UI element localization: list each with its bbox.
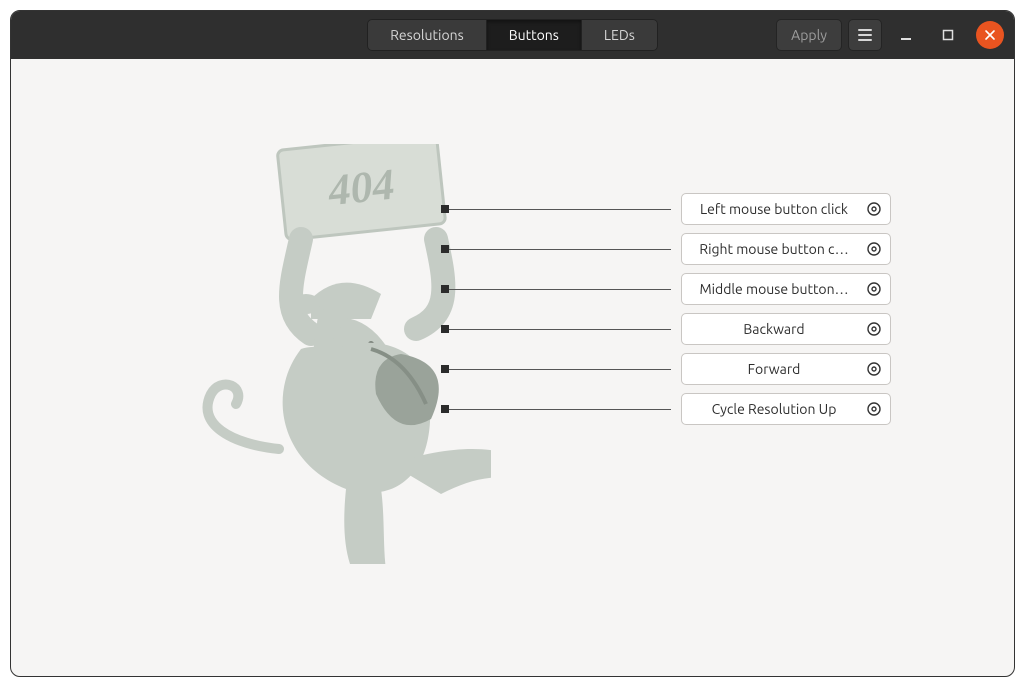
callout-marker bbox=[441, 285, 449, 293]
close-icon bbox=[984, 29, 996, 41]
mapping-label: Right mouse button c… bbox=[692, 241, 856, 257]
headerbar: Resolutions Buttons LEDs Apply bbox=[11, 11, 1014, 59]
callout-row: Right mouse button c… bbox=[441, 229, 891, 269]
mapping-label: Left mouse button click bbox=[692, 201, 856, 217]
callout-leader bbox=[449, 289, 671, 290]
tab-leds[interactable]: LEDs bbox=[582, 19, 658, 51]
tab-label: Buttons bbox=[509, 27, 559, 43]
callout-marker bbox=[441, 365, 449, 373]
tab-resolutions[interactable]: Resolutions bbox=[367, 19, 487, 51]
content-area: 404 bbox=[11, 59, 1014, 676]
mapping-label: Forward bbox=[692, 361, 856, 377]
callout-marker bbox=[441, 205, 449, 213]
gear-icon bbox=[864, 319, 884, 339]
callout-row: Middle mouse button… bbox=[441, 269, 891, 309]
menu-button[interactable] bbox=[848, 19, 882, 51]
mapping-button-cycle-resolution-up[interactable]: Cycle Resolution Up bbox=[681, 393, 891, 425]
gear-icon bbox=[864, 399, 884, 419]
hamburger-icon bbox=[858, 29, 872, 41]
minimize-button[interactable] bbox=[888, 11, 924, 59]
tab-label: Resolutions bbox=[390, 27, 464, 43]
gear-icon bbox=[864, 239, 884, 259]
mapping-button-backward[interactable]: Backward bbox=[681, 313, 891, 345]
mapping-label: Middle mouse button… bbox=[692, 281, 856, 297]
mapping-label: Backward bbox=[692, 321, 856, 337]
mapping-label: Cycle Resolution Up bbox=[692, 401, 856, 417]
mapping-button-forward[interactable]: Forward bbox=[681, 353, 891, 385]
mapping-button-left-click[interactable]: Left mouse button click bbox=[681, 193, 891, 225]
callout-leader bbox=[449, 209, 671, 210]
apply-button[interactable]: Apply bbox=[776, 19, 842, 51]
callout-marker bbox=[441, 405, 449, 413]
callout-row: Cycle Resolution Up bbox=[441, 389, 891, 429]
callout-marker bbox=[441, 325, 449, 333]
minimize-icon bbox=[900, 29, 912, 41]
mapping-button-right-click[interactable]: Right mouse button c… bbox=[681, 233, 891, 265]
view-switcher: Resolutions Buttons LEDs bbox=[367, 19, 658, 51]
callout-marker bbox=[441, 245, 449, 253]
app-window: Resolutions Buttons LEDs Apply bbox=[10, 10, 1015, 677]
button-callouts: Left mouse button click Right mouse butt… bbox=[441, 189, 891, 429]
callout-row: Backward bbox=[441, 309, 891, 349]
maximize-button[interactable] bbox=[930, 11, 966, 59]
close-button[interactable] bbox=[976, 21, 1004, 49]
sign-404-text: 404 bbox=[325, 160, 397, 216]
callout-row: Forward bbox=[441, 349, 891, 389]
tab-label: LEDs bbox=[604, 27, 635, 43]
gear-icon bbox=[864, 279, 884, 299]
tab-buttons[interactable]: Buttons bbox=[487, 19, 582, 51]
gear-icon bbox=[864, 359, 884, 379]
callout-leader bbox=[449, 369, 671, 370]
gear-icon bbox=[864, 199, 884, 219]
callout-row: Left mouse button click bbox=[441, 189, 891, 229]
apply-button-label: Apply bbox=[791, 27, 827, 43]
callout-leader bbox=[449, 329, 671, 330]
maximize-icon bbox=[942, 29, 954, 41]
mapping-button-middle-click[interactable]: Middle mouse button… bbox=[681, 273, 891, 305]
callout-leader bbox=[449, 249, 671, 250]
headerbar-right: Apply bbox=[664, 11, 1006, 59]
callout-leader bbox=[449, 409, 671, 410]
